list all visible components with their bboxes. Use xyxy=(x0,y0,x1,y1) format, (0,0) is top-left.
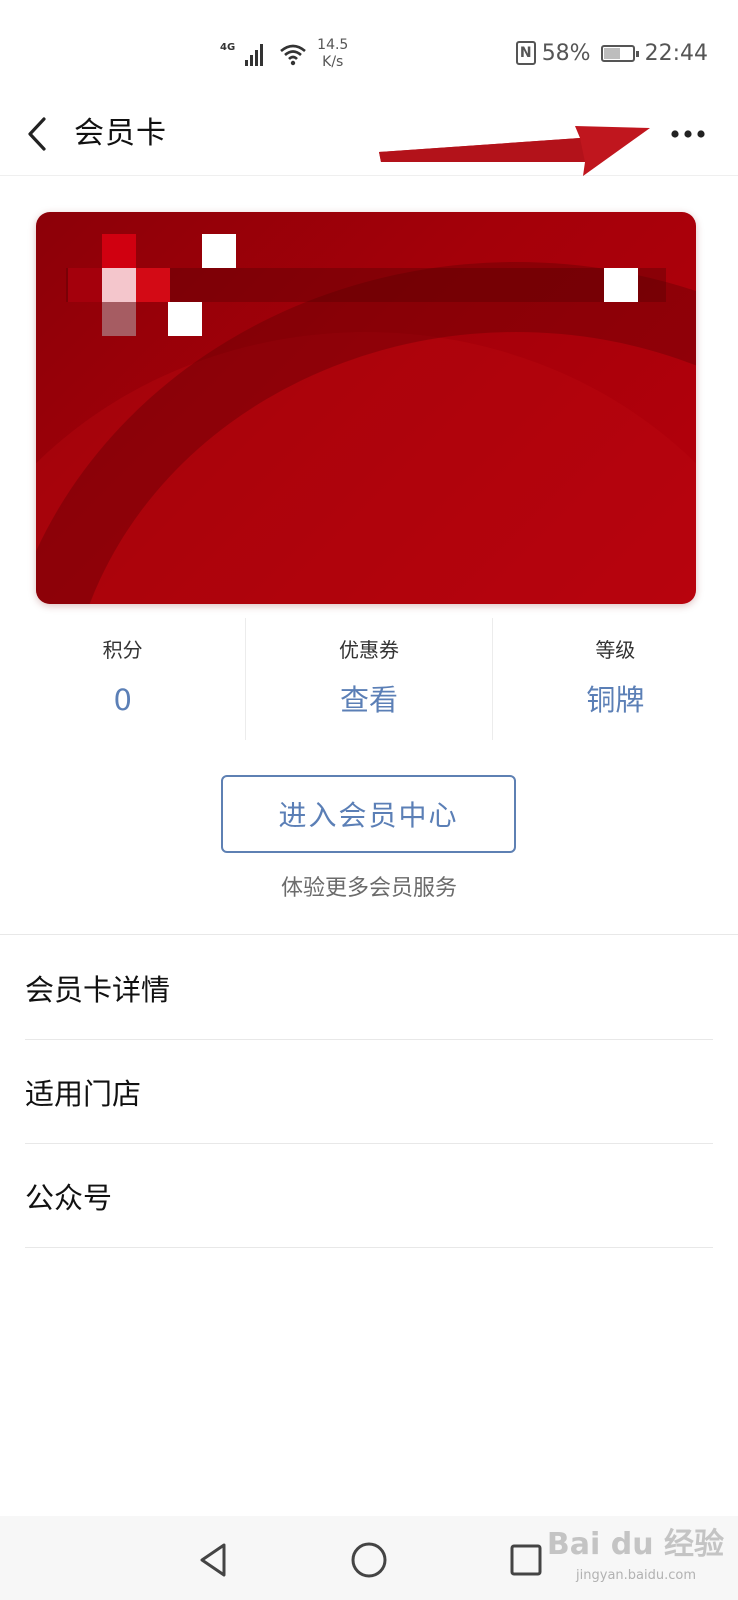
status-network-group: 4G 14.5 K/s xyxy=(220,34,348,74)
list-item-label: 适用门店 xyxy=(25,1076,142,1111)
stat-label: 等级 xyxy=(595,638,636,662)
list-item-label: 公众号 xyxy=(25,1180,113,1215)
speed-value: 14.5 xyxy=(317,37,349,53)
nfc-icon: N xyxy=(515,41,536,65)
divider xyxy=(0,934,738,935)
stat-value: 0 xyxy=(113,683,132,717)
baidu-watermark: Bai du 经验 xyxy=(546,1527,724,1562)
stat-level[interactable]: 等级 铜牌 xyxy=(491,618,738,740)
enter-member-center-button[interactable]: 进入会员中心 xyxy=(221,775,516,853)
member-card[interactable] xyxy=(36,212,696,604)
more-horizontal-icon xyxy=(671,130,705,138)
stat-value: 铜牌 xyxy=(586,683,645,717)
battery-level xyxy=(603,47,620,59)
circle-home-icon xyxy=(351,1542,387,1578)
stat-coupons[interactable]: 优惠券 查看 xyxy=(245,618,491,740)
battery-percent: 58% xyxy=(541,40,591,66)
list-item-official-account[interactable]: 公众号 xyxy=(25,1144,713,1248)
clock: 22:44 xyxy=(644,40,708,66)
triangle-back-icon xyxy=(200,1543,226,1577)
network-speed: 14.5 K/s xyxy=(317,37,348,71)
annotation-arrow-icon xyxy=(379,126,650,176)
stat-value[interactable]: 查看 xyxy=(340,680,398,720)
stat-points[interactable]: 积分 0 xyxy=(0,618,245,740)
battery-icon xyxy=(600,44,639,62)
stat-label: 优惠券 xyxy=(338,638,399,662)
speed-unit: K/s xyxy=(322,54,344,70)
nav-home-button[interactable] xyxy=(345,1536,393,1584)
back-button[interactable] xyxy=(22,114,52,154)
status-bar: 4G 14.5 K/s N 58% 22:44 xyxy=(0,0,738,100)
list-item-stores[interactable]: 适用门店 xyxy=(25,1040,713,1144)
list-item-label: 会员卡详情 xyxy=(25,972,171,1007)
member-stats: 积分 0 优惠券 查看 等级 铜牌 xyxy=(0,618,738,740)
more-options-button[interactable] xyxy=(666,114,710,154)
chevron-left-icon xyxy=(28,117,46,151)
page-title: 会员卡 xyxy=(74,116,167,151)
nav-back-button[interactable] xyxy=(190,1536,238,1584)
status-right-group: N 58% 22:44 xyxy=(515,38,708,68)
wifi-icon xyxy=(280,44,307,66)
list-item-card-details[interactable]: 会员卡详情 xyxy=(25,936,713,1040)
square-recents-icon xyxy=(510,1544,542,1576)
baidu-watermark-url: jingyan.baidu.com xyxy=(576,1568,696,1583)
card-menu-list: 会员卡详情 适用门店 公众号 xyxy=(25,936,713,1248)
card-logo-pixel xyxy=(102,234,136,268)
nav-recents-button[interactable] xyxy=(502,1536,550,1584)
signal-icon xyxy=(245,42,269,66)
member-center-hint: 体验更多会员服务 xyxy=(280,876,457,901)
network-type: 4G xyxy=(220,41,236,53)
stat-label: 积分 xyxy=(102,638,143,662)
